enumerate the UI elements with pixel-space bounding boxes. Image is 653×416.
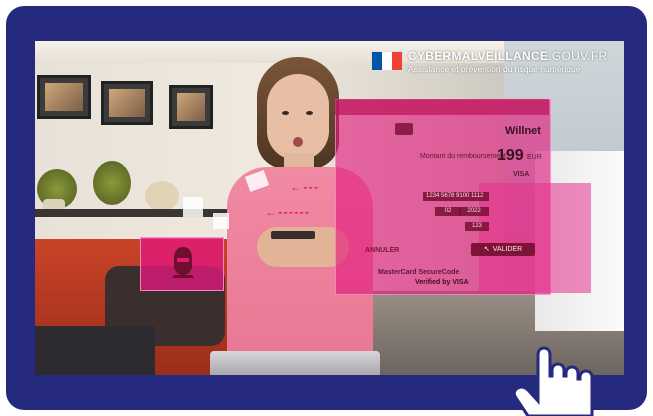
arrow-icon: ← - - - bbox=[290, 180, 318, 194]
brand-name: CYBERMALVEILLANCE.GOUV.FR bbox=[408, 49, 608, 63]
brand-logo: CYBERMALVEILLANCE.GOUV.FR Assistance et … bbox=[371, 49, 608, 74]
person-mouth bbox=[293, 137, 303, 147]
validate-button[interactable]: ↖ VALIDER bbox=[471, 243, 535, 256]
person-eye bbox=[306, 111, 313, 115]
brand-tagline: Assistance et prévention du risque numér… bbox=[408, 64, 581, 74]
wall-picture bbox=[101, 81, 153, 125]
video-still[interactable]: Willnet Montant du remboursement 199 EUR… bbox=[35, 41, 624, 375]
sticker bbox=[183, 197, 203, 217]
card-number-field[interactable]: 1234 5678 9100 1112 bbox=[423, 192, 489, 201]
merchant-name: Willnet bbox=[505, 125, 541, 137]
wall-picture bbox=[37, 75, 91, 119]
wall-picture bbox=[169, 85, 213, 129]
thief-icon bbox=[172, 247, 194, 278]
arrow-icon: ← - - - - - - bbox=[265, 205, 309, 219]
payment-overlay-header bbox=[335, 99, 549, 115]
refund-amount: 199 bbox=[497, 147, 524, 164]
person-eye bbox=[282, 111, 289, 115]
mastercard-label: MasterCard SecureCode bbox=[378, 269, 460, 276]
expiry-year-field[interactable]: 2022 bbox=[459, 207, 489, 216]
plant bbox=[93, 161, 131, 205]
validate-label: VALIDER bbox=[492, 246, 523, 253]
bank-card bbox=[271, 231, 315, 239]
person-face bbox=[267, 74, 329, 160]
payment-overlay-extension bbox=[479, 183, 591, 293]
cancel-button[interactable]: ANNULER bbox=[365, 247, 399, 254]
blanket bbox=[35, 326, 155, 375]
french-flag-icon bbox=[371, 51, 403, 71]
cursor-icon: ↖ bbox=[483, 246, 490, 253]
refund-currency: EUR bbox=[527, 154, 542, 161]
card-icon bbox=[395, 123, 413, 135]
sticker bbox=[213, 213, 229, 229]
vase bbox=[145, 181, 179, 211]
expiry-month-field[interactable]: 02 bbox=[435, 207, 461, 216]
verified-by-visa-label: Verified by VISA bbox=[415, 279, 469, 286]
laptop bbox=[210, 351, 380, 375]
cvv-field[interactable]: 123 bbox=[465, 222, 489, 231]
refund-label: Montant du remboursement bbox=[420, 153, 506, 160]
pointing-hand-icon bbox=[512, 346, 594, 416]
card-brand: VISA bbox=[513, 171, 530, 178]
